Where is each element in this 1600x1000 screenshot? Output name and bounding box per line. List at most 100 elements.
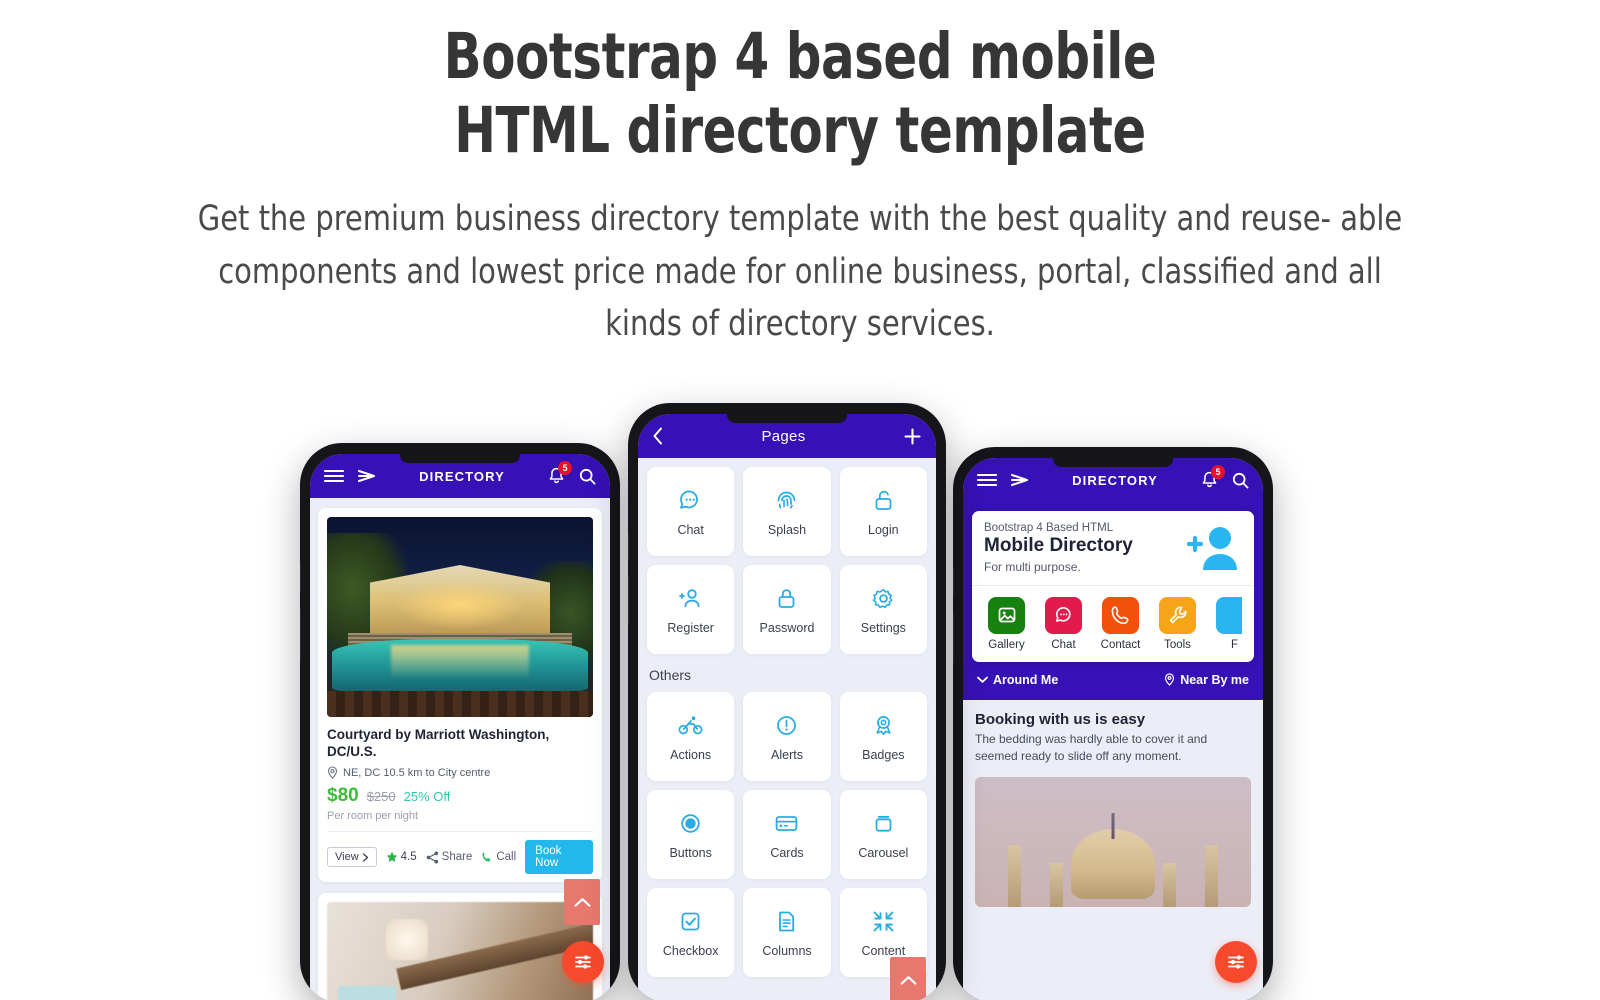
- tile-settings[interactable]: Settings: [839, 565, 927, 654]
- paper-plane-icon[interactable]: [358, 469, 376, 483]
- chevron-right-icon: [362, 852, 368, 862]
- center-appbar-title: Pages: [761, 427, 806, 445]
- sliders-icon: [575, 955, 591, 969]
- tile-label: Checkbox: [662, 943, 719, 958]
- tile-alerts[interactable]: Alerts: [743, 692, 831, 781]
- bell-icon[interactable]: 5: [548, 461, 572, 485]
- phone-mockup-center: Pages Chat Splash Login Register Passwor…: [628, 403, 946, 1000]
- hero-section: Bootstrap 4 based mobile HTML directory …: [0, 0, 1600, 351]
- unlock-icon: [875, 490, 892, 510]
- quick-icon-partial[interactable]: F: [1212, 596, 1242, 651]
- hotel-location-text: NE, DC 10.5 km to City centre: [343, 766, 491, 779]
- tile-actions[interactable]: Actions: [647, 692, 735, 781]
- view-button-label: View: [335, 851, 359, 863]
- bell-icon[interactable]: 5: [1201, 465, 1225, 489]
- tile-checkbox[interactable]: Checkbox: [647, 888, 735, 977]
- filter-fab-button[interactable]: [562, 941, 604, 983]
- call-button[interactable]: Call: [481, 851, 516, 863]
- quick-icon-label: Chat: [1051, 638, 1076, 651]
- price-row: $80 $250 25% Off: [327, 785, 593, 807]
- phone-icon: [482, 852, 491, 862]
- tile-cards[interactable]: Cards: [743, 790, 831, 879]
- check-square-icon: [681, 912, 700, 930]
- hotel-location: NE, DC 10.5 km to City centre: [327, 766, 593, 779]
- hotel-name: Courtyard by Marriott Washington, DC/U.S…: [327, 727, 550, 759]
- notification-badge: 5: [558, 461, 572, 475]
- quick-icon-chat[interactable]: Chat: [1041, 596, 1086, 651]
- quick-icon-tools[interactable]: Tools: [1155, 596, 1200, 651]
- phone-notch: [400, 454, 520, 463]
- gear-icon: [872, 588, 893, 608]
- hotel-card[interactable]: Courtyard by Marriott Washington, DC/U.S…: [318, 508, 602, 882]
- tile-label: Alerts: [771, 747, 803, 762]
- price-current: $80: [327, 785, 359, 806]
- scroll-to-top-button[interactable]: [564, 879, 600, 925]
- page-title-line2: HTML directory template: [454, 93, 1146, 167]
- share-label: Share: [441, 851, 473, 863]
- phone-icon: [1102, 596, 1139, 634]
- credit-card-icon: [776, 815, 798, 831]
- quick-icon-label: Gallery: [988, 638, 1025, 651]
- carousel-box-icon: [875, 815, 892, 832]
- tile-splash[interactable]: Splash: [743, 467, 831, 556]
- tile-chat[interactable]: Chat: [647, 467, 735, 556]
- scroll-to-top-button[interactable]: [890, 957, 926, 1000]
- quick-icon-row: Gallery Chat Contact Tools F: [984, 586, 1242, 662]
- minimize-arrows-icon: [873, 911, 894, 931]
- tile-label: Login: [868, 522, 899, 537]
- image-icon: [988, 596, 1025, 634]
- tile-badges[interactable]: Badges: [839, 692, 927, 781]
- fingerprint-icon: [778, 491, 796, 509]
- user-plus-icon: [1186, 524, 1242, 572]
- tile-label: Columns: [762, 943, 812, 958]
- chat-bubble-icon: [680, 490, 699, 509]
- tile-register[interactable]: Register: [647, 565, 735, 654]
- hotel-card-2[interactable]: [318, 893, 602, 1000]
- page-title: Bootstrap 4 based mobile HTML directory …: [96, 20, 1504, 167]
- rating: 4.5: [386, 851, 417, 863]
- paper-plane-icon[interactable]: [1011, 473, 1029, 487]
- page-title-line1: Bootstrap 4 based mobile: [443, 20, 1157, 93]
- left-appbar-title: DIRECTORY: [419, 468, 505, 484]
- tile-label: Splash: [767, 522, 807, 537]
- book-now-button[interactable]: Book Now: [525, 840, 593, 874]
- tile-login[interactable]: Login: [839, 467, 927, 556]
- quick-icon-contact[interactable]: Contact: [1098, 596, 1143, 651]
- pages-grid-scroll[interactable]: Chat Splash Login Register Password Sett…: [638, 458, 936, 1000]
- tile-columns[interactable]: Columns: [743, 888, 831, 977]
- tile-carousel[interactable]: Carousel: [839, 790, 927, 879]
- around-me-toggle[interactable]: Around Me: [977, 673, 1058, 687]
- hamburger-icon[interactable]: [977, 473, 997, 487]
- promo-top: Bootstrap 4 Based HTML Mobile Directory …: [984, 522, 1242, 574]
- promo-eyebrow: Bootstrap 4 Based HTML: [984, 522, 1114, 534]
- tile-password[interactable]: Password: [743, 565, 831, 654]
- tile-label: Password: [759, 620, 815, 635]
- tile-buttons[interactable]: Buttons: [647, 790, 735, 879]
- award-ribbon-icon: [876, 715, 891, 735]
- view-button[interactable]: View: [327, 847, 377, 867]
- search-icon[interactable]: [1232, 472, 1249, 489]
- search-icon[interactable]: [579, 468, 596, 485]
- quick-icon-label: Tools: [1164, 638, 1191, 651]
- discount-label: 25% Off: [403, 789, 451, 804]
- phone-notch: [727, 414, 847, 423]
- right-content: Bootstrap 4 Based HTML Mobile Directory …: [963, 502, 1263, 1000]
- card-actions: View 4.5 Share Call Book Now: [327, 840, 593, 874]
- plus-icon[interactable]: [903, 427, 922, 446]
- hotel-image-2: [327, 902, 593, 1000]
- quick-icon-gallery[interactable]: Gallery: [984, 596, 1029, 651]
- card-divider: [327, 831, 593, 832]
- tile-label: Chat: [677, 522, 704, 537]
- phone-center-screen: Pages Chat Splash Login Register Passwor…: [638, 414, 936, 1000]
- notification-badge: 5: [1211, 465, 1225, 479]
- pages-grid: Chat Splash Login Register Password Sett…: [647, 467, 927, 654]
- chevron-left-icon[interactable]: [652, 427, 664, 445]
- promo-card[interactable]: Bootstrap 4 Based HTML Mobile Directory …: [972, 511, 1254, 662]
- chat-bubble-icon: [1045, 596, 1082, 634]
- phone-right-screen: DIRECTORY 5 Bootstrap 4 Based HTML Mobil…: [963, 458, 1263, 1000]
- filter-fab-button[interactable]: [1215, 941, 1257, 983]
- near-by-me-button[interactable]: Near By me: [1164, 673, 1249, 687]
- phone-notch: [1053, 458, 1173, 467]
- hamburger-icon[interactable]: [324, 469, 344, 483]
- share-button[interactable]: Share: [426, 851, 473, 864]
